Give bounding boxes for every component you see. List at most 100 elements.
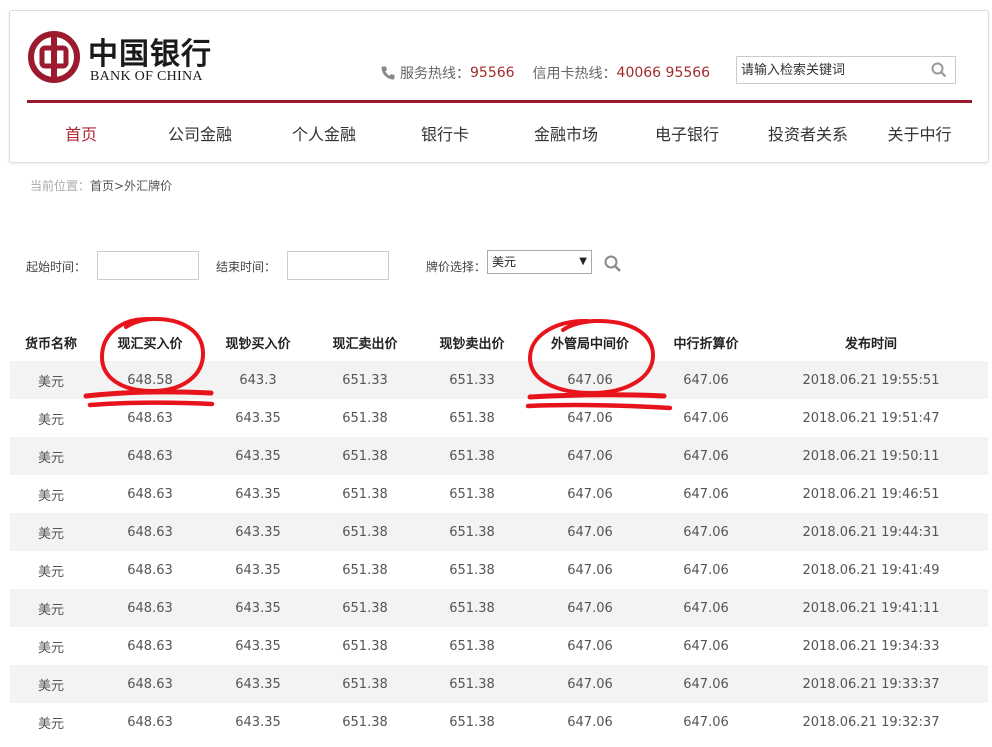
nav-item-financial-markets[interactable]: 金融市场 — [507, 103, 625, 163]
hotlines: 服务热线： 95566 信用卡热线： 40066 95566 — [380, 63, 710, 83]
card-hotline-label: 信用卡热线： — [532, 66, 617, 82]
cell-cash-buy: 643.35 — [235, 410, 281, 426]
exchange-rate-table: 货币名称 现汇买入价 现钞买入价 现汇卖出价 现钞卖出价 外管局中间价 中行折算… — [10, 323, 988, 741]
service-hotline-number[interactable]: 95566 — [470, 65, 515, 81]
cell-boc-conversion: 647.06 — [683, 410, 729, 426]
cell-cash-sell: 651.38 — [449, 524, 495, 540]
end-time-input[interactable] — [287, 251, 389, 280]
currency-select-label: 牌价选择： — [426, 260, 487, 274]
cell-boc-conversion: 647.06 — [683, 486, 729, 502]
start-time-label: 起始时间： — [26, 260, 87, 274]
cell-safe-middle: 647.06 — [567, 562, 613, 578]
cell-currency: 美元 — [37, 374, 64, 390]
cell-publish-time: 2018.06.21 19:32:37 — [802, 714, 940, 730]
currency-select[interactable]: 美元 ▼ — [487, 250, 592, 274]
cell-currency: 美元 — [37, 564, 64, 580]
cell-spot-buy: 648.63 — [127, 676, 173, 692]
cell-publish-time: 2018.06.21 19:55:51 — [802, 372, 940, 388]
header-safe-middle: 外管局中间价 — [550, 336, 629, 352]
cell-spot-buy: 648.63 — [127, 524, 173, 540]
rate-filter: 起始时间： 结束时间： 牌价选择： 美元 ▼ — [26, 250, 646, 282]
cell-spot-sell: 651.33 — [342, 372, 388, 388]
cell-safe-middle: 647.06 — [567, 714, 613, 730]
cell-cash-buy: 643.35 — [235, 524, 281, 540]
cell-spot-sell: 651.38 — [342, 600, 388, 616]
nav-item-corporate[interactable]: 公司金融 — [135, 103, 265, 163]
bank-of-china-logo-icon — [28, 31, 80, 83]
cell-safe-middle: 647.06 — [567, 524, 613, 540]
nav-item-about[interactable]: 关于中行 — [867, 103, 972, 163]
table-row: 美元 648.63 643.35 651.38 651.38 647.06 647.06 20… — [10, 551, 988, 589]
header-boc-conversion: 中行折算价 — [673, 336, 739, 352]
cell-spot-buy: 648.63 — [127, 714, 173, 730]
cell-boc-conversion: 647.06 — [683, 524, 729, 540]
table-body: 美元 648.58 643.3 651.33 651.33 647.06 647.06 201… — [10, 361, 988, 741]
cell-spot-sell: 651.38 — [342, 638, 388, 654]
breadcrumb-path[interactable]: 首页>外汇牌价 — [90, 179, 172, 193]
table-row: 美元 648.63 643.35 651.38 651.38 647.06 647.06 20… — [10, 665, 988, 703]
cell-cash-buy: 643.35 — [235, 448, 281, 464]
header-spot-buy: 现汇买入价 — [117, 336, 183, 352]
cell-spot-sell: 651.38 — [342, 714, 388, 730]
table-row: 美元 648.63 643.35 651.38 651.38 647.06 647.06 20… — [10, 399, 988, 437]
table-row: 美元 648.63 643.35 651.38 651.38 647.06 647.06 20… — [10, 513, 988, 551]
search-icon — [931, 62, 947, 78]
bank-logo[interactable]: 中国银行 BANK OF CHINA — [28, 29, 213, 93]
end-time-label: 结束时间： — [216, 260, 277, 274]
header-currency: 货币名称 — [24, 336, 77, 352]
cell-safe-middle: 647.06 — [567, 410, 613, 426]
header-cash-buy: 现钞买入价 — [225, 336, 291, 352]
cell-spot-sell: 651.38 — [342, 524, 388, 540]
cell-cash-sell: 651.33 — [449, 372, 495, 388]
breadcrumb-prefix: 当前位置： — [30, 179, 91, 193]
cell-cash-sell: 651.38 — [449, 562, 495, 578]
cell-publish-time: 2018.06.21 19:44:31 — [802, 524, 940, 540]
card-hotline-number[interactable]: 40066 95566 — [617, 65, 711, 81]
cell-boc-conversion: 647.06 — [683, 676, 729, 692]
cell-cash-sell: 651.38 — [449, 410, 495, 426]
nav-item-investor-relations[interactable]: 投资者关系 — [749, 103, 867, 163]
cell-safe-middle: 647.06 — [567, 676, 613, 692]
nav-item-home[interactable]: 首页 — [27, 103, 135, 163]
cell-cash-sell: 651.38 — [449, 600, 495, 616]
phone-icon — [381, 66, 395, 80]
cell-cash-buy: 643.3 — [239, 372, 277, 388]
table-row: 美元 648.58 643.3 651.33 651.33 647.06 647.06 201… — [10, 361, 988, 399]
cell-currency: 美元 — [37, 640, 64, 656]
cell-safe-middle: 647.06 — [567, 448, 613, 464]
search-input[interactable] — [737, 57, 925, 83]
table-row: 美元 648.63 643.35 651.38 651.38 647.06 647.06 20… — [10, 589, 988, 627]
cell-cash-buy: 643.35 — [235, 676, 281, 692]
cell-boc-conversion: 647.06 — [683, 448, 729, 464]
cell-spot-sell: 651.38 — [342, 562, 388, 578]
cell-currency: 美元 — [37, 526, 64, 542]
nav-item-personal[interactable]: 个人金融 — [265, 103, 383, 163]
cell-safe-middle: 647.06 — [567, 372, 613, 388]
cell-cash-sell: 651.38 — [449, 638, 495, 654]
cell-publish-time: 2018.06.21 19:33:37 — [802, 676, 940, 692]
cell-currency: 美元 — [37, 488, 64, 504]
nav-item-bank-card[interactable]: 银行卡 — [383, 103, 507, 163]
cell-cash-sell: 651.38 — [449, 714, 495, 730]
start-time-input[interactable] — [97, 251, 199, 280]
nav-item-e-banking[interactable]: 电子银行 — [625, 103, 749, 163]
cell-cash-buy: 643.35 — [235, 562, 281, 578]
cell-cash-sell: 651.38 — [449, 486, 495, 502]
cell-currency: 美元 — [37, 602, 64, 618]
search-button[interactable] — [925, 57, 953, 83]
dropdown-arrow-icon: ▼ — [579, 256, 587, 267]
cell-publish-time: 2018.06.21 19:34:33 — [802, 638, 940, 654]
service-hotline-label: 服务热线： — [400, 66, 470, 82]
cell-safe-middle: 647.06 — [567, 638, 613, 654]
cell-spot-buy: 648.63 — [127, 486, 173, 502]
cell-safe-middle: 647.06 — [567, 600, 613, 616]
cell-currency: 美元 — [37, 678, 64, 694]
header-cash-sell: 现钞卖出价 — [439, 336, 505, 352]
site-header: 中国银行 BANK OF CHINA 服务热线： 95566 信用卡热线： 40… — [9, 10, 989, 163]
bank-name-cn: 中国银行 — [88, 37, 212, 72]
table-row: 美元 648.63 643.35 651.38 651.38 647.06 647.06 20… — [10, 475, 988, 513]
query-search-icon[interactable] — [603, 254, 623, 274]
header-spot-sell: 现汇卖出价 — [332, 336, 398, 352]
cell-boc-conversion: 647.06 — [683, 562, 729, 578]
table-row: 美元 648.63 643.35 651.38 651.38 647.06 647.06 20… — [10, 627, 988, 665]
